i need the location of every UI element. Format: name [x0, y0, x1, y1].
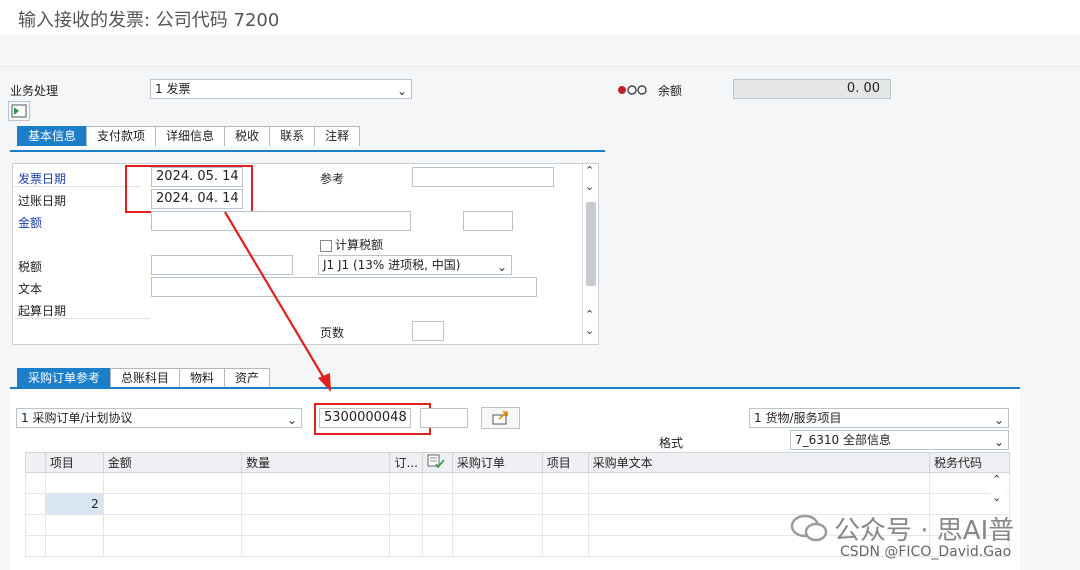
pages-field[interactable]	[412, 321, 444, 341]
panel-scrollbar[interactable]: ⌃ ⌄ ⌃ ⌄	[582, 164, 598, 344]
tab-gl-account[interactable]: 总账科目	[110, 368, 181, 388]
tab-material[interactable]: 物料	[179, 368, 226, 388]
po-item-field[interactable]	[420, 408, 468, 428]
item-cell[interactable]: 2	[44, 493, 104, 515]
baseline-date-label: 起算日期	[18, 304, 67, 318]
tax-code-select[interactable]: J1 J1 (13% 进项税, 中国) ⌄	[318, 255, 512, 275]
col-po[interactable]: 采购订单	[451, 452, 543, 473]
table-header-row: 项目 金额 数量 订... 采购订单 项目 采购单文本 税务代码	[25, 452, 1010, 473]
currency-field[interactable]	[463, 211, 513, 231]
col-order-unit[interactable]: 订...	[389, 452, 423, 473]
col-amount[interactable]: 金额	[102, 452, 243, 473]
table-row	[25, 472, 1010, 494]
tab-notes[interactable]: 注释	[314, 126, 361, 146]
item-type-value: 1 货物/服务项目	[754, 411, 842, 425]
top-tab-underline	[10, 150, 605, 152]
pages-label: 页数	[320, 326, 345, 340]
calc-tax-label: 计算税额	[335, 238, 384, 252]
scroll-down-icon[interactable]: ⌄	[585, 180, 594, 193]
tab-po-reference[interactable]: 采购订单参考	[17, 368, 112, 388]
status-light-icon	[617, 84, 649, 96]
col-check[interactable]	[421, 452, 453, 473]
tax-amount-label: 税额	[18, 260, 43, 274]
tab-contact[interactable]: 联系	[269, 126, 316, 146]
tab-asset[interactable]: 资产	[224, 368, 271, 388]
watermark-line2: CSDN @FICO_David.Gao	[840, 544, 1012, 560]
toolbar	[0, 35, 1080, 67]
item-type-select[interactable]: 1 货物/服务项目 ⌄	[749, 408, 1009, 428]
chevron-down-icon: ⌄	[396, 84, 407, 98]
balance-label: 余额	[658, 84, 683, 98]
chevron-down-icon: ⌄	[993, 413, 1004, 427]
invoice-date-label: 发票日期	[18, 172, 67, 186]
po-copy-button[interactable]	[481, 407, 520, 429]
chevron-down-icon: ⌄	[993, 435, 1004, 449]
table-scrollbar[interactable]: ⌃ ⌄	[990, 473, 1006, 513]
calc-tax-checkbox[interactable]: 计算税额	[320, 236, 383, 253]
posting-date-label: 过账日期	[18, 194, 67, 208]
date-highlight-box	[125, 165, 253, 213]
scroll-thumb[interactable]	[586, 202, 596, 286]
amount-label: 金额	[18, 216, 43, 230]
layout-label: 格式	[659, 436, 684, 450]
ref-type-select[interactable]: 1 采购订单/计划协议 ⌄	[16, 408, 302, 428]
scroll-down-icon[interactable]: ⌄	[992, 491, 1001, 504]
bottom-tabbar: 采购订单参考 总账科目 物料 资产	[17, 368, 271, 388]
divider	[14, 186, 140, 187]
tax-code-value: J1 J1 (13% 进项税, 中国)	[323, 258, 461, 272]
ref-type-value: 1 采购订单/计划协议	[21, 411, 133, 425]
tab-details[interactable]: 详细信息	[155, 126, 226, 146]
text-field[interactable]	[151, 277, 537, 297]
tab-basic-data[interactable]: 基本信息	[17, 126, 88, 146]
chevron-down-icon: ⌄	[286, 413, 297, 427]
tab-payment[interactable]: 支付款项	[86, 126, 157, 146]
wechat-logo-icon	[790, 513, 828, 550]
transaction-value: 1 发票	[155, 82, 191, 96]
tab-tax[interactable]: 税收	[224, 126, 271, 146]
col-tax-code[interactable]: 税务代码	[929, 452, 1010, 473]
top-tabbar: 基本信息 支付款项 详细信息 税收 联系 注释	[17, 126, 361, 146]
checkbox-icon[interactable]	[320, 239, 332, 252]
transaction-select[interactable]: 1 发票 ⌄	[150, 79, 412, 99]
row-select-header[interactable]	[25, 452, 46, 473]
text-label: 文本	[18, 282, 43, 296]
col-po-item[interactable]: 项目	[541, 452, 589, 473]
layout-select[interactable]: 7_6310 全部信息 ⌄	[790, 430, 1009, 450]
scroll-up-icon[interactable]: ⌃	[992, 473, 1001, 486]
layout-toggle-icon[interactable]	[8, 101, 30, 121]
scroll-up-icon[interactable]: ⌃	[585, 308, 594, 321]
transaction-label: 业务处理	[10, 84, 59, 98]
po-highlight-box	[314, 403, 431, 435]
window-title: 输入接收的发票: 公司代码 7200	[18, 10, 280, 31]
reference-label: 参考	[320, 172, 345, 186]
divider	[14, 318, 150, 319]
balance-field: 0. 00	[733, 79, 891, 99]
amount-field[interactable]	[151, 211, 411, 231]
col-quantity[interactable]: 数量	[241, 452, 391, 473]
tax-amount-field[interactable]	[151, 255, 293, 275]
reference-field[interactable]	[412, 167, 554, 187]
col-item[interactable]: 项目	[44, 452, 104, 473]
doc-check-icon	[427, 454, 445, 469]
chevron-down-icon: ⌄	[496, 260, 507, 274]
scroll-up-icon[interactable]: ⌃	[585, 164, 594, 177]
col-po-text[interactable]: 采购单文本	[587, 452, 931, 473]
scroll-down-icon[interactable]: ⌄	[585, 324, 594, 337]
watermark-line1: 公众号 · 思AI普	[834, 516, 1015, 546]
layout-value: 7_6310 全部信息	[795, 433, 891, 447]
